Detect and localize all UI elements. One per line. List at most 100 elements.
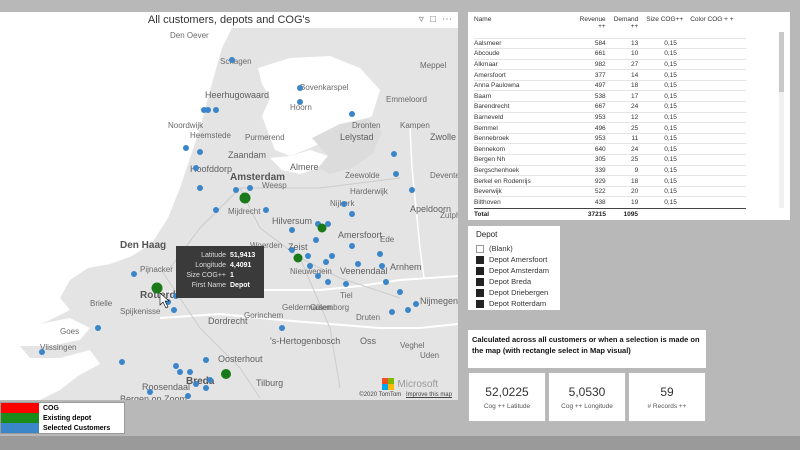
table-row[interactable]: Bergschenhoek 339 9 0,15 (474, 164, 746, 176)
checkbox-icon[interactable] (476, 288, 484, 297)
checkbox-icon[interactable] (476, 299, 484, 308)
more-options-icon[interactable]: ⋯ (442, 14, 452, 26)
table-scrollbar-thumb[interactable] (779, 32, 784, 92)
customer-dot[interactable] (413, 301, 419, 307)
table-row[interactable]: Abcoude 661 10 0,15 (474, 48, 746, 60)
slicer-item[interactable]: (Blank) (476, 243, 552, 254)
customer-dot[interactable] (349, 243, 355, 249)
col-size-cog-header[interactable]: Size COG++ (646, 16, 690, 38)
depot-dot-rotterdam[interactable] (151, 282, 163, 294)
map-canvas[interactable]: Schagen Den Oever Bovenkarspel Heerhugowaar… (0, 28, 458, 400)
table-row[interactable]: Amersfoort 377 14 0,15 (474, 69, 746, 81)
customer-dot[interactable] (203, 385, 209, 391)
table-row[interactable]: Bennebroek 953 11 0,15 (474, 132, 746, 144)
customer-dot[interactable] (187, 369, 193, 375)
col-revenue-header[interactable]: Revenue ++ (578, 16, 614, 38)
customer-dot[interactable] (409, 187, 415, 193)
customer-dot[interactable] (193, 165, 199, 171)
customer-dot[interactable] (349, 111, 355, 117)
customer-dot[interactable] (119, 359, 125, 365)
table-row[interactable]: Barendrecht 667 24 0,15 (474, 101, 746, 113)
table-row[interactable]: Bilthoven 438 19 0,15 (474, 196, 746, 208)
checkbox-icon[interactable] (476, 255, 484, 264)
slicer-item[interactable]: Depot Rotterdam (476, 298, 552, 309)
customer-dot[interactable] (383, 279, 389, 285)
table-row[interactable]: Bennekom 640 24 0,15 (474, 143, 746, 155)
customer-table[interactable]: Name Revenue ++ Demand ++ Size COG++ Col… (468, 12, 790, 220)
col-demand-header[interactable]: Demand ++ (614, 16, 647, 38)
depot-dot-amersfoort[interactable] (317, 223, 327, 233)
customer-dot[interactable] (207, 377, 213, 383)
customer-dot[interactable] (201, 107, 207, 113)
checkbox-icon[interactable] (476, 277, 484, 286)
customer-dot[interactable] (229, 57, 235, 63)
improve-map-link[interactable]: Improve this map (406, 392, 452, 398)
customer-dot[interactable] (377, 251, 383, 257)
depot-dot-driebergen[interactable] (293, 253, 303, 263)
table-row[interactable]: Berkel en Rodenrijs 929 18 0,15 (474, 175, 746, 187)
table-row[interactable]: Anna Paulowna 497 18 0,15 (474, 79, 746, 91)
table-row[interactable]: Alkmaar 982 27 0,15 (474, 58, 746, 70)
table-row[interactable]: Bemmel 496 25 0,15 (474, 122, 746, 134)
table-row[interactable]: Baarn 538 17 0,15 (474, 90, 746, 102)
customer-dot[interactable] (177, 369, 183, 375)
depot-dot-amsterdam[interactable] (239, 192, 251, 204)
customer-dot[interactable] (197, 149, 203, 155)
customer-dot[interactable] (343, 281, 349, 287)
slicer-item[interactable]: Depot Amsterdam (476, 265, 552, 276)
customer-dot[interactable] (391, 151, 397, 157)
customer-dot[interactable] (213, 207, 219, 213)
customer-dot[interactable] (397, 289, 403, 295)
customer-dot[interactable] (95, 325, 101, 331)
customer-dot[interactable] (289, 247, 295, 253)
customer-dot[interactable] (247, 185, 253, 191)
customer-dot[interactable] (39, 349, 45, 355)
customer-dot[interactable] (197, 185, 203, 191)
customer-dot[interactable] (173, 363, 179, 369)
customer-dot[interactable] (203, 357, 209, 363)
customer-dot[interactable] (233, 187, 239, 193)
customer-dot[interactable] (297, 99, 303, 105)
customer-dot[interactable] (131, 271, 137, 277)
col-color-cog-header[interactable]: Color COG + + (690, 16, 746, 38)
customer-dot[interactable] (379, 263, 385, 269)
customer-dot[interactable] (289, 227, 295, 233)
col-name-header[interactable]: Name (474, 16, 578, 38)
customer-dot[interactable] (305, 253, 311, 259)
checkbox-icon[interactable] (476, 266, 484, 275)
table-row[interactable]: Beverwijk 522 20 0,15 (474, 185, 746, 197)
customer-dot[interactable] (325, 279, 331, 285)
customer-dot[interactable] (263, 207, 269, 213)
customer-dot[interactable] (393, 171, 399, 177)
depot-slicer[interactable]: Depot (Blank) Depot Amersfoort Depot Amste… (468, 226, 560, 310)
customer-dot[interactable] (405, 307, 411, 313)
customer-dot[interactable] (297, 85, 303, 91)
customer-dot[interactable] (341, 201, 347, 207)
customer-dot[interactable] (307, 263, 313, 269)
checkbox-icon[interactable] (476, 244, 484, 253)
customer-dot[interactable] (279, 325, 285, 331)
customer-dot[interactable] (315, 273, 321, 279)
customer-dot[interactable] (349, 211, 355, 217)
customer-dot[interactable] (213, 107, 219, 113)
depot-dot-breda[interactable] (221, 369, 231, 379)
customer-dot[interactable] (183, 145, 189, 151)
customer-dot[interactable] (389, 309, 395, 315)
table-scrollbar[interactable] (779, 32, 784, 208)
table-row[interactable]: Bergen Nh 305 25 0,15 (474, 154, 746, 166)
customer-dot[interactable] (323, 259, 329, 265)
customer-dot[interactable] (313, 237, 319, 243)
table-row[interactable]: Aalsmeer 584 13 0,15 (474, 37, 746, 49)
customer-dot[interactable] (171, 307, 177, 313)
customer-dot[interactable] (147, 389, 153, 395)
customer-dot[interactable] (185, 393, 191, 399)
slicer-item[interactable]: Depot Breda (476, 276, 552, 287)
filter-icon[interactable]: ▿ (419, 14, 424, 26)
customer-dot[interactable] (193, 381, 199, 387)
focus-mode-icon[interactable]: □ (430, 14, 436, 26)
customer-dot[interactable] (329, 253, 335, 259)
slicer-item[interactable]: Depot Driebergen (476, 287, 552, 298)
customer-dot[interactable] (355, 261, 361, 267)
map-visual[interactable]: All customers, depots and COG's ▿ □ ⋯ Sc… (0, 12, 458, 400)
slicer-item[interactable]: Depot Amersfoort (476, 254, 552, 265)
